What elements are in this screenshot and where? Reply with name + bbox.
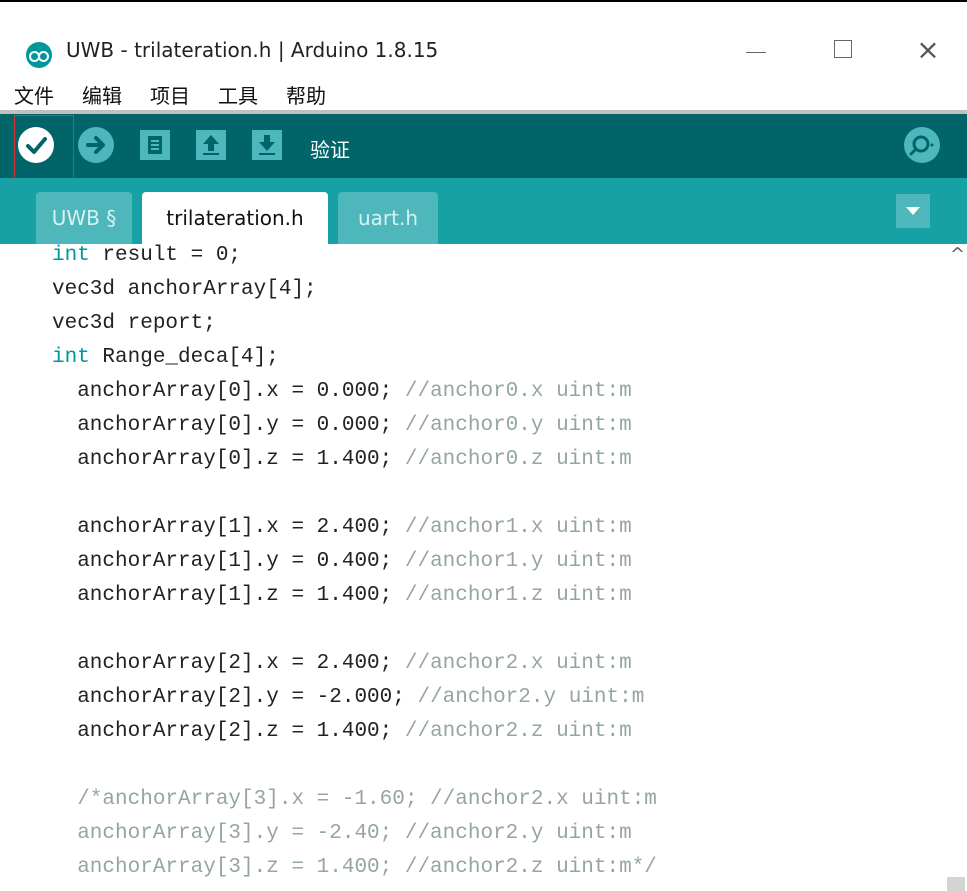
code-line: anchorArray[0].x = 0.000; //anchor0.x ui… bbox=[52, 380, 632, 403]
magnifier-icon bbox=[909, 135, 934, 156]
arduino-logo-icon bbox=[26, 42, 52, 68]
save-button[interactable] bbox=[252, 130, 282, 160]
code-line: anchorArray[1].z = 1.400; //anchor1.z ui… bbox=[52, 584, 632, 607]
scroll-up-icon[interactable]: ^ bbox=[950, 246, 965, 264]
code-line: /*anchorArray[3].x = -1.60; //anchor2.x … bbox=[52, 788, 657, 811]
top-border bbox=[0, 0, 967, 6]
code-line: anchorArray[3].z = 1.400; //anchor2.z ui… bbox=[52, 856, 657, 879]
arrow-up-icon bbox=[203, 135, 219, 155]
toolbar: 验证 bbox=[0, 114, 967, 178]
toolbar-tooltip: 验证 bbox=[310, 138, 350, 162]
menu-bar: 文件 编辑 项目 工具 帮助 bbox=[0, 74, 967, 112]
maximize-icon[interactable] bbox=[834, 40, 852, 58]
code-line: anchorArray[0].z = 1.400; //anchor0.z ui… bbox=[52, 448, 632, 471]
menu-help[interactable]: 帮助 bbox=[286, 80, 326, 109]
new-button[interactable] bbox=[140, 130, 170, 160]
tab-uart[interactable]: uart.h bbox=[338, 192, 438, 244]
scrollbar-thumb[interactable] bbox=[947, 877, 965, 891]
code-line: anchorArray[1].y = 0.400; //anchor1.y ui… bbox=[52, 550, 632, 573]
title-bar: UWB - trilateration.h | Arduino 1.8.15 × bbox=[0, 8, 967, 74]
minimize-icon[interactable] bbox=[746, 52, 766, 53]
verify-highlight-box bbox=[14, 115, 74, 183]
triangle-down-icon bbox=[906, 207, 920, 215]
tab-uwb[interactable]: UWB § bbox=[36, 192, 132, 244]
code-line: int Range_deca[4]; bbox=[52, 346, 279, 369]
code-editor[interactable]: int result = 0; vec3d anchorArray[4]; ve… bbox=[0, 244, 967, 882]
code-line: anchorArray[0].y = 0.000; //anchor0.y ui… bbox=[52, 414, 632, 437]
new-file-icon bbox=[148, 136, 162, 154]
open-button[interactable] bbox=[196, 130, 226, 160]
tab-bar: UWB § trilateration.h uart.h bbox=[0, 178, 967, 244]
arrow-down-icon bbox=[259, 135, 275, 155]
window-title: UWB - trilateration.h | Arduino 1.8.15 bbox=[66, 38, 439, 62]
tab-menu-button[interactable] bbox=[896, 194, 930, 228]
code-line: anchorArray[2].x = 2.400; //anchor2.x ui… bbox=[52, 652, 632, 675]
close-icon[interactable]: × bbox=[898, 28, 958, 72]
code-line: anchorArray[3].y = -2.40; //anchor2.y ui… bbox=[52, 822, 632, 845]
arrow-right-icon bbox=[86, 136, 105, 154]
menu-file[interactable]: 文件 bbox=[14, 80, 54, 109]
menu-tools[interactable]: 工具 bbox=[218, 80, 258, 109]
code-line: anchorArray[1].x = 2.400; //anchor1.x ui… bbox=[52, 516, 632, 539]
code-line: int result = 0; bbox=[52, 244, 242, 267]
code-line: vec3d anchorArray[4]; bbox=[52, 278, 317, 301]
upload-button[interactable] bbox=[78, 127, 114, 163]
code-line: anchorArray[2].y = -2.000; //anchor2.y u… bbox=[52, 686, 645, 709]
serial-monitor-button[interactable] bbox=[904, 127, 940, 163]
menu-sketch[interactable]: 项目 bbox=[150, 80, 190, 109]
code-line: anchorArray[2].z = 1.400; //anchor2.z ui… bbox=[52, 720, 632, 743]
code-line: vec3d report; bbox=[52, 312, 216, 335]
menu-edit[interactable]: 编辑 bbox=[82, 80, 122, 109]
tab-trilateration[interactable]: trilateration.h bbox=[142, 192, 328, 244]
